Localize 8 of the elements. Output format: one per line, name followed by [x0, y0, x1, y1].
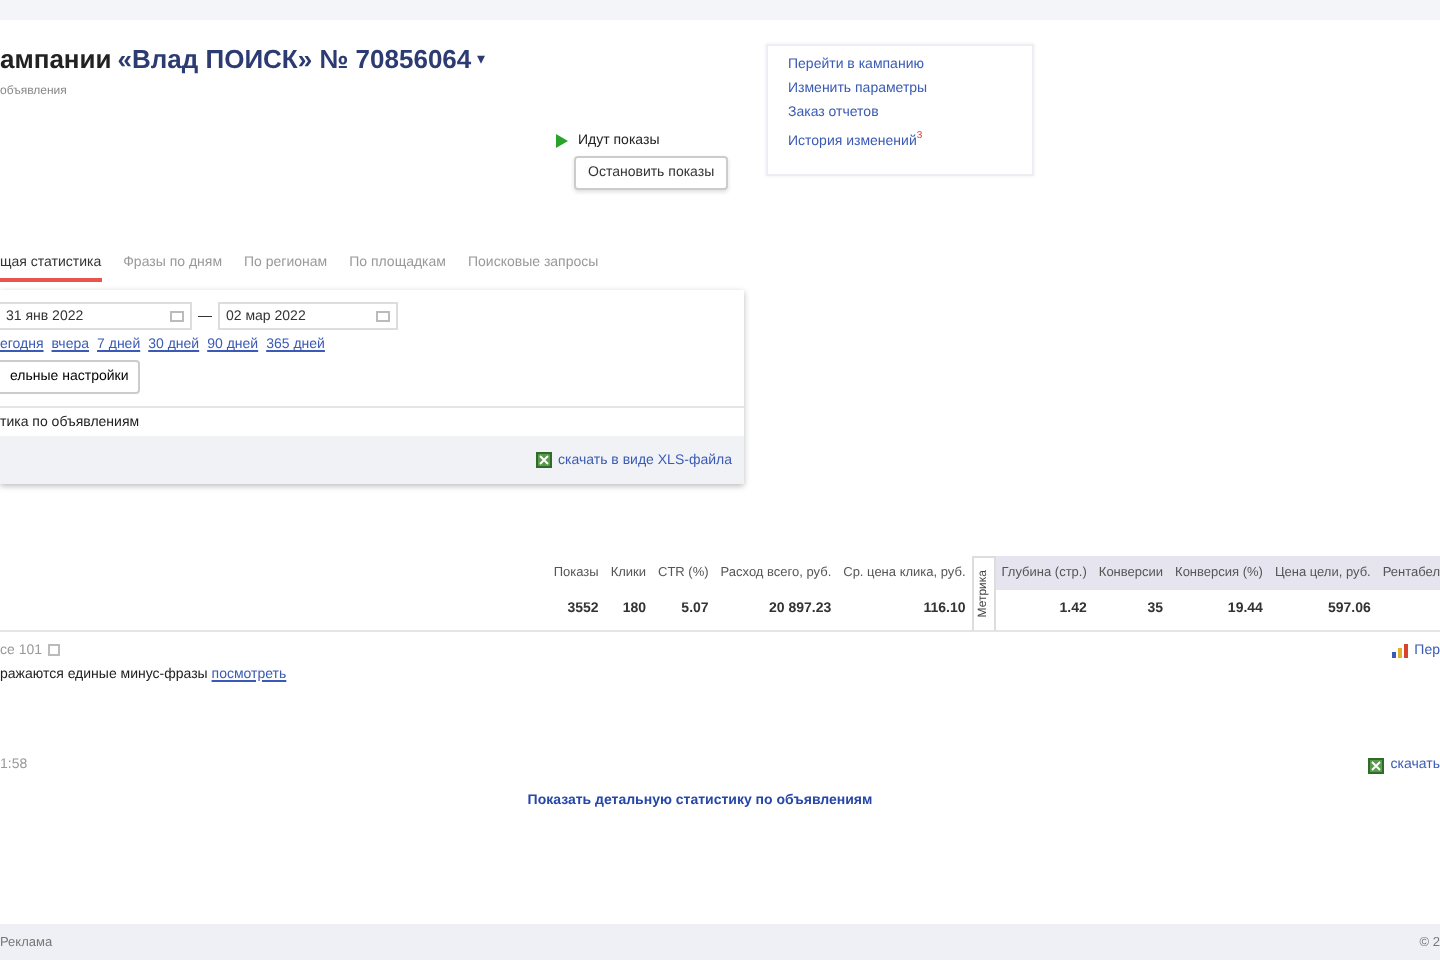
caret-icon[interactable]: ▾ [477, 50, 486, 68]
calendar-icon[interactable] [170, 310, 184, 322]
bar-chart-icon [1392, 643, 1409, 657]
spreadsheet-icon [1368, 757, 1385, 773]
page-title: ампании «Влад ПОИСК» № 70856064 [0, 44, 472, 74]
info-icon[interactable] [48, 644, 61, 656]
calendar-icon[interactable] [376, 310, 390, 322]
spreadsheet-icon [536, 452, 553, 468]
